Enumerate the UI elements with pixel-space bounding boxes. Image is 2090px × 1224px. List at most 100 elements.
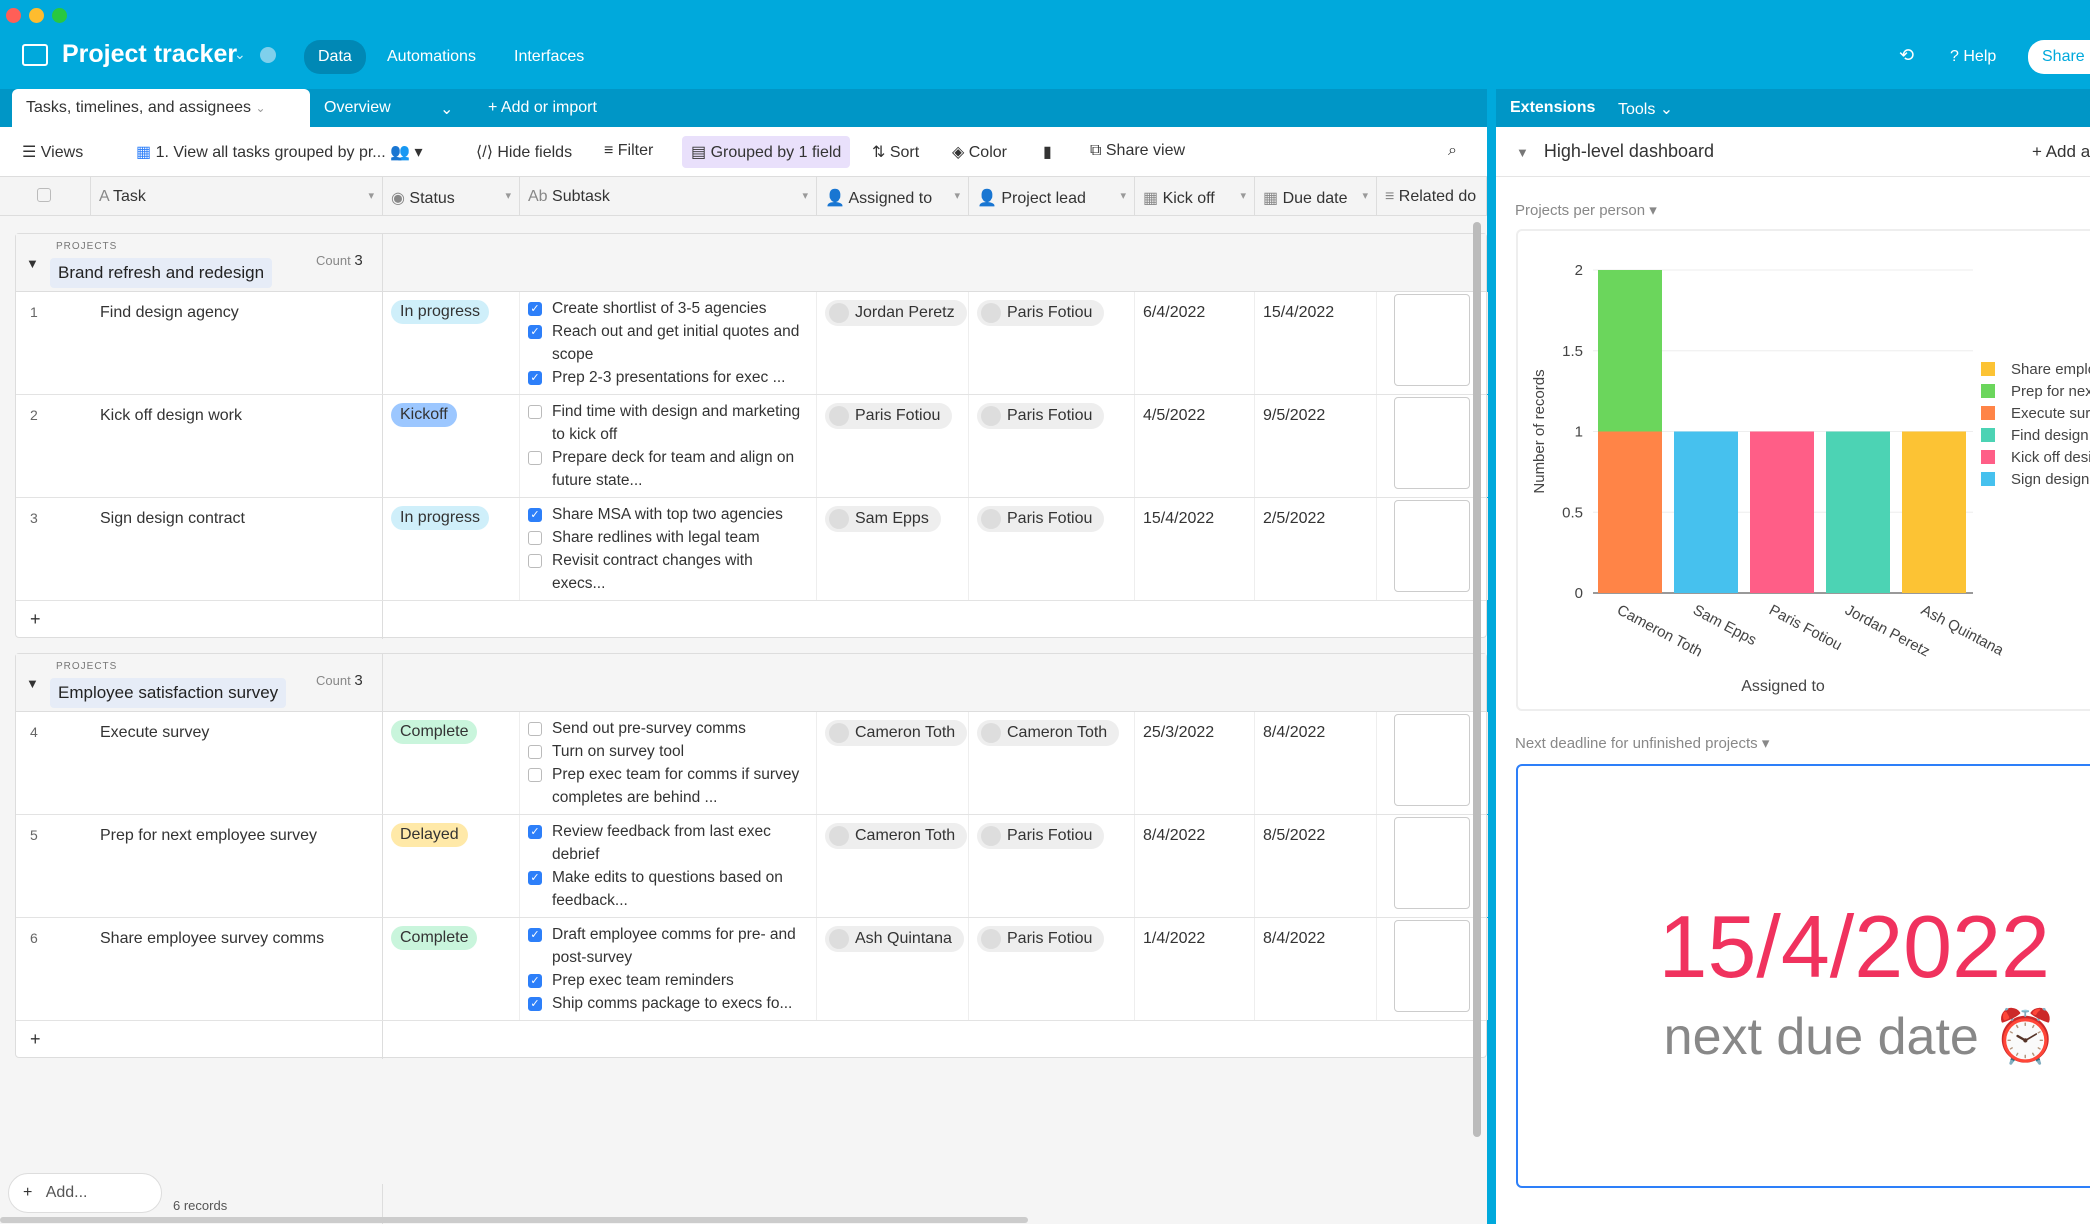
related-docs-cell[interactable] xyxy=(1377,498,1488,600)
extensions-tab[interactable]: Extensions xyxy=(1510,99,1595,117)
subtask-cell[interactable]: ✓ Review feedback from last exec debrief ✓… xyxy=(520,815,817,917)
project-lead-cell[interactable]: Paris Fotiou xyxy=(969,395,1135,497)
row-height-icon[interactable]: ▮ xyxy=(1043,142,1052,162)
task-cell[interactable]: Find design agency xyxy=(92,292,383,394)
info-icon[interactable] xyxy=(260,47,276,63)
subtask-cell[interactable]: Send out pre-survey comms Turn on survey … xyxy=(520,712,817,814)
table-row[interactable]: 3 Sign design contract In progress ✓ Shar… xyxy=(16,498,1488,601)
subtask-checkbox[interactable] xyxy=(528,745,542,759)
document-thumbnail[interactable] xyxy=(1394,397,1470,489)
nav-interfaces[interactable]: Interfaces xyxy=(514,48,584,66)
due-date-cell[interactable]: 9/5/2022 xyxy=(1255,395,1377,497)
close-window-button[interactable] xyxy=(6,8,21,23)
kickoff-cell[interactable]: 1/4/2022 xyxy=(1135,918,1255,1020)
subtask-checkbox[interactable]: ✓ xyxy=(528,371,542,385)
subtask-cell[interactable]: ✓ Draft employee comms for pre- and post-… xyxy=(520,918,817,1020)
project-lead-cell[interactable]: Paris Fotiou xyxy=(969,815,1135,917)
column-header-subtask[interactable]: Ab Subtask ▾ xyxy=(520,177,817,216)
bar-segment[interactable] xyxy=(1826,431,1890,594)
subtask-checkbox[interactable] xyxy=(528,451,542,465)
due-date-cell[interactable]: 15/4/2022 xyxy=(1255,292,1377,394)
subtask-cell[interactable]: Find time with design and marketing to k… xyxy=(520,395,817,497)
history-icon[interactable]: ⟲ xyxy=(1899,45,1914,66)
subtask-cell[interactable]: ✓ Create shortlist of 3-5 agencies ✓ Reach … xyxy=(520,292,817,394)
kickoff-cell[interactable]: 4/5/2022 xyxy=(1135,395,1255,497)
column-header-status[interactable]: ◉ Status ▾ xyxy=(383,177,520,216)
document-thumbnail[interactable] xyxy=(1394,920,1470,1012)
subtask-checkbox[interactable] xyxy=(528,554,542,568)
document-thumbnail[interactable] xyxy=(1394,294,1470,386)
nav-data[interactable]: Data xyxy=(304,40,366,74)
bar-segment[interactable] xyxy=(1674,431,1738,594)
project-lead-cell[interactable]: Paris Fotiou xyxy=(969,292,1135,394)
due-date-cell[interactable]: 8/5/2022 xyxy=(1255,815,1377,917)
related-docs-cell[interactable] xyxy=(1377,292,1488,394)
due-date-cell[interactable]: 2/5/2022 xyxy=(1255,498,1377,600)
subtask-checkbox[interactable] xyxy=(528,768,542,782)
kickoff-cell[interactable]: 6/4/2022 xyxy=(1135,292,1255,394)
view-switcher[interactable]: ▦ 1. View all tasks grouped by pr... 👥 ▾ xyxy=(136,142,423,162)
chevron-down-icon[interactable]: ▾ xyxy=(368,189,374,202)
assigned-cell[interactable]: Paris Fotiou xyxy=(817,395,969,497)
column-header-kick-off[interactable]: ▦ Kick off ▾ xyxy=(1135,177,1255,216)
select-all-checkbox[interactable] xyxy=(15,177,91,216)
related-docs-cell[interactable] xyxy=(1377,395,1488,497)
subtask-checkbox[interactable]: ✓ xyxy=(528,825,542,839)
bar-segment[interactable] xyxy=(1902,431,1966,594)
subtask-checkbox[interactable]: ✓ xyxy=(528,928,542,942)
assigned-cell[interactable]: Ash Quintana xyxy=(817,918,969,1020)
column-header-project-lead[interactable]: 👤 Project lead ▾ xyxy=(969,177,1135,216)
collapse-group-icon[interactable]: ▼ xyxy=(26,256,39,271)
table-row[interactable]: 1 Find design agency In progress ✓ Create… xyxy=(16,292,1488,395)
chevron-down-icon[interactable]: ▾ xyxy=(1362,189,1368,202)
filter-button[interactable]: ≡ Filter xyxy=(604,142,653,160)
related-docs-cell[interactable] xyxy=(1377,918,1488,1020)
related-docs-cell[interactable] xyxy=(1377,815,1488,917)
share-view-button[interactable]: ⧉ Share view xyxy=(1090,142,1185,160)
share-button[interactable]: Share xyxy=(2028,40,2090,74)
add-row-button[interactable]: + xyxy=(30,1029,41,1050)
vertical-scrollbar[interactable] xyxy=(1473,222,1481,1137)
minimize-window-button[interactable] xyxy=(29,8,44,23)
search-icon[interactable]: ⌕ xyxy=(1448,142,1457,160)
chevron-down-icon[interactable]: ⌄ xyxy=(255,101,265,115)
color-button[interactable]: ◈ Color xyxy=(952,142,1007,162)
due-date-cell[interactable]: 8/4/2022 xyxy=(1255,918,1377,1020)
related-docs-cell[interactable] xyxy=(1377,712,1488,814)
subtask-checkbox[interactable]: ✓ xyxy=(528,997,542,1011)
status-cell[interactable]: In progress xyxy=(383,498,520,600)
column-header-assigned-to[interactable]: 👤 Assigned to ▾ xyxy=(817,177,969,216)
subtask-checkbox[interactable]: ✓ xyxy=(528,871,542,885)
due-date-cell[interactable]: 8/4/2022 xyxy=(1255,712,1377,814)
bar-segment[interactable] xyxy=(1598,431,1662,594)
hide-fields-button[interactable]: ⟨/⟩ Hide fields xyxy=(476,142,572,162)
bar-segment[interactable] xyxy=(1750,431,1814,594)
task-cell[interactable]: Execute survey xyxy=(92,712,383,814)
status-cell[interactable]: Complete xyxy=(383,712,520,814)
chevron-down-icon[interactable]: ⌄ xyxy=(234,46,246,63)
subtask-checkbox[interactable] xyxy=(528,405,542,419)
maximize-window-button[interactable] xyxy=(52,8,67,23)
chevron-down-icon[interactable]: ▾ xyxy=(954,189,960,202)
task-cell[interactable]: Sign design contract xyxy=(92,498,383,600)
tab-tasks[interactable]: Tasks, timelines, and assignees ⌄ xyxy=(12,89,310,127)
kickoff-cell[interactable]: 25/3/2022 xyxy=(1135,712,1255,814)
column-header-due-date[interactable]: ▦ Due date ▾ xyxy=(1255,177,1377,216)
column-header-related-do[interactable]: ≡ Related do xyxy=(1377,177,1487,216)
column-header-task[interactable]: A Task ▾ xyxy=(91,177,383,216)
status-cell[interactable]: Delayed xyxy=(383,815,520,917)
document-thumbnail[interactable] xyxy=(1394,714,1470,806)
chevron-down-icon[interactable]: ▾ xyxy=(1120,189,1126,202)
table-row[interactable]: 5 Prep for next employee survey Delayed … xyxy=(16,815,1488,918)
subtask-checkbox[interactable] xyxy=(528,531,542,545)
document-thumbnail[interactable] xyxy=(1394,817,1470,909)
deadline-title-dropdown[interactable]: Next deadline for unfinished projects ▾ xyxy=(1515,734,1769,752)
subtask-checkbox[interactable] xyxy=(528,722,542,736)
kickoff-cell[interactable]: 8/4/2022 xyxy=(1135,815,1255,917)
horizontal-scrollbar[interactable] xyxy=(0,1217,1028,1223)
add-row-button[interactable]: + xyxy=(30,609,41,630)
add-record-button[interactable]: + Add... xyxy=(8,1173,162,1213)
chevron-down-icon[interactable]: ▾ xyxy=(802,189,808,202)
assigned-cell[interactable]: Cameron Toth xyxy=(817,815,969,917)
assigned-cell[interactable]: Sam Epps xyxy=(817,498,969,600)
